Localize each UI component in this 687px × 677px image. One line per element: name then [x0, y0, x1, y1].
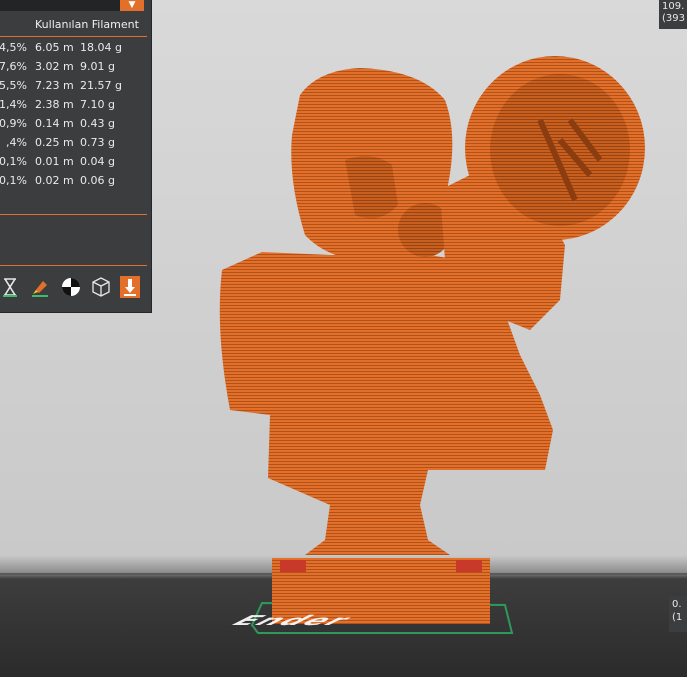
- stat-length: 0.02 m: [35, 174, 74, 187]
- center-of-gravity-icon[interactable]: [60, 276, 80, 298]
- model-pedestal: [305, 505, 450, 555]
- used-filament-header: Kullanılan Filament: [35, 18, 139, 31]
- stat-row: 0,1% 0.01 m 0.04 g: [0, 153, 151, 172]
- stat-row: 0,1% 0.02 m 0.06 g: [0, 172, 151, 191]
- stat-percent: 0,9%: [0, 117, 27, 130]
- readout-line-2: (1: [672, 612, 683, 623]
- stat-percent: 7,6%: [0, 60, 27, 73]
- paint-brush-icon[interactable]: [30, 276, 50, 298]
- stat-row: 1,4% 2.38 m 7.10 g: [0, 96, 151, 115]
- hourglass-icon[interactable]: [0, 276, 20, 298]
- stat-length: 0.01 m: [35, 155, 74, 168]
- stat-weight: 21.57 g: [80, 79, 122, 92]
- panel-title-bar: [0, 0, 120, 11]
- stat-length: 2.38 m: [35, 98, 74, 111]
- stat-row: ,4% 0.25 m 0.73 g: [0, 134, 151, 153]
- view-mode-toolbar: [0, 276, 151, 300]
- stat-weight: 0.73 g: [80, 136, 115, 149]
- header-separator: [0, 36, 147, 37]
- stat-row: 7,6% 3.02 m 9.01 g: [0, 58, 151, 77]
- panel-dropdown-button[interactable]: ▼: [120, 0, 144, 11]
- wireframe-cube-icon[interactable]: [90, 276, 110, 298]
- base-red-left: [280, 560, 306, 572]
- stat-row: 0,9% 0.14 m 0.43 g: [0, 115, 151, 134]
- readout-line-2: (393: [662, 13, 685, 24]
- readout-line-1: 109.: [662, 1, 685, 12]
- base-red-right: [456, 560, 482, 572]
- stat-row: 25,5% 7.23 m 21.57 g: [0, 77, 151, 96]
- filament-stats-panel: ▼ Kullanılan Filament 24,5% 6.05 m 18.04…: [0, 0, 152, 313]
- toolbar-separator: [0, 265, 147, 266]
- layer-readout: 0. (1: [669, 596, 687, 632]
- stat-percent: 24,5%: [0, 41, 27, 54]
- stat-weight: 0.43 g: [80, 117, 115, 130]
- stat-length: 3.02 m: [35, 60, 74, 73]
- position-readout: 109. (393: [659, 0, 687, 29]
- stat-percent: 0,1%: [0, 155, 27, 168]
- stat-percent: ,4%: [6, 136, 27, 149]
- stats-footer-separator: [0, 214, 147, 215]
- stat-length: 7.23 m: [35, 79, 74, 92]
- download-arrow-icon[interactable]: [120, 276, 140, 298]
- stat-length: 6.05 m: [35, 41, 74, 54]
- stat-length: 0.14 m: [35, 117, 74, 130]
- stat-weight: 18.04 g: [80, 41, 122, 54]
- filament-stats-rows: 24,5% 6.05 m 18.04 g 7,6% 3.02 m 9.01 g …: [0, 39, 151, 191]
- stat-weight: 9.01 g: [80, 60, 115, 73]
- stat-weight: 0.06 g: [80, 174, 115, 187]
- stat-row: 24,5% 6.05 m 18.04 g: [0, 39, 151, 58]
- model-film-reel-face: [490, 74, 630, 226]
- stat-percent: 0,1%: [0, 174, 27, 187]
- stat-weight: 7.10 g: [80, 98, 115, 111]
- stat-length: 0.25 m: [35, 136, 74, 149]
- readout-line-1: 0.: [672, 599, 682, 610]
- stat-percent: 1,4%: [0, 98, 27, 111]
- stat-weight: 0.04 g: [80, 155, 115, 168]
- stat-percent: 25,5%: [0, 79, 27, 92]
